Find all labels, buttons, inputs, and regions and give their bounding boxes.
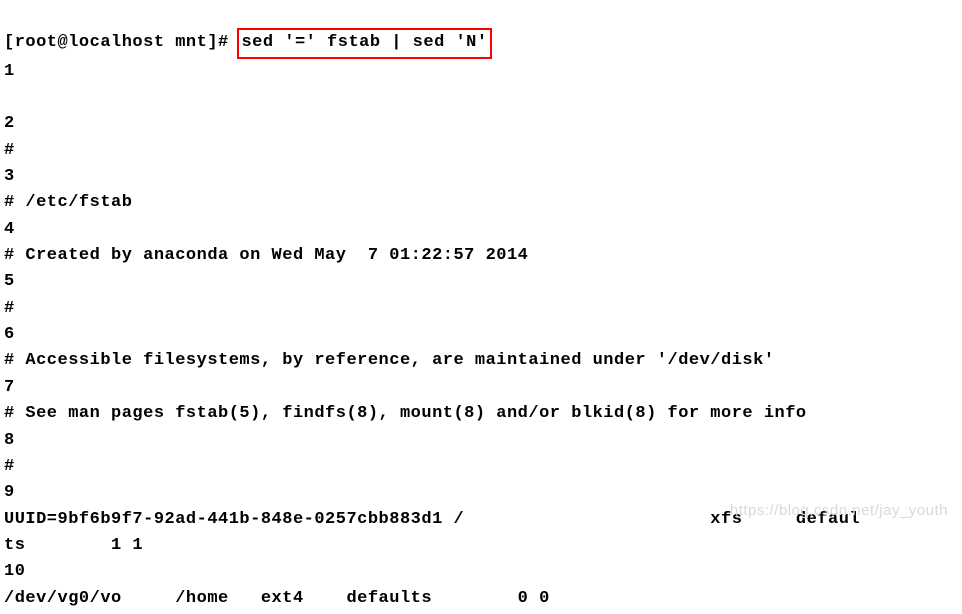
output-line: /dev/vg0/vo /home ext4 defaults 0 0 (4, 589, 550, 608)
highlighted-command: sed '=' fstab | sed 'N' (237, 28, 491, 58)
output-line: # Accessible filesystems, by reference, … (4, 351, 775, 370)
output-line: # (4, 299, 15, 318)
output-line: 4 (4, 220, 15, 239)
output-line: 8 (4, 431, 15, 450)
output-line: # (4, 457, 15, 476)
output-line: 3 (4, 167, 15, 186)
prompt-line[interactable]: [root@localhost mnt]# sed '=' fstab | se… (4, 28, 958, 58)
output-line: ts 1 1 (4, 536, 143, 555)
output-line: 10 (4, 562, 25, 581)
watermark-text: https://blog.csdn.net/jay_youth (730, 502, 948, 519)
output-line: 5 (4, 272, 15, 291)
shell-prompt: [root@localhost mnt]# (4, 33, 239, 52)
output-line: # /etc/fstab (4, 193, 132, 212)
output-line: # See man pages fstab(5), findfs(8), mou… (4, 404, 807, 423)
terminal-output: [root@localhost mnt]# sed '=' fstab | se… (0, 0, 962, 614)
output-line: 7 (4, 378, 15, 397)
output-line: # Created by anaconda on Wed May 7 01:22… (4, 246, 528, 265)
output-line: 1 (4, 62, 15, 81)
output-line: 2 (4, 114, 15, 133)
output-line: 6 (4, 325, 15, 344)
output-line: 9 (4, 483, 15, 502)
output-line: # (4, 141, 15, 160)
